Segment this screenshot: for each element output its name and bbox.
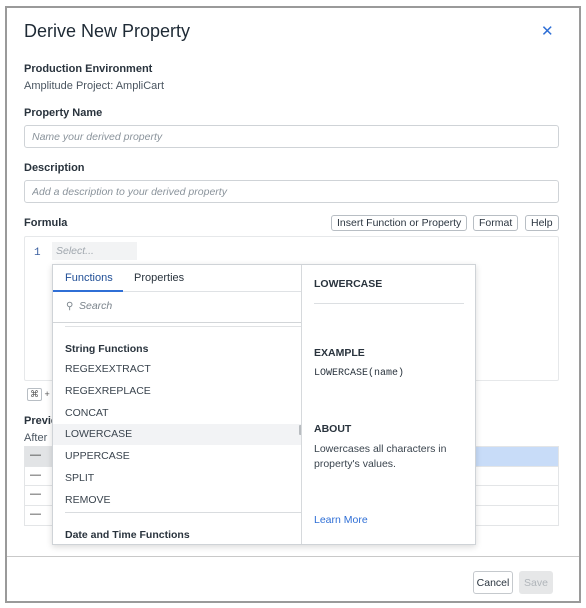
detail-function-name: LOWERCASE [314,278,383,290]
insert-function-button[interactable]: Insert Function or Property [331,215,468,231]
preview-subtext: After [24,432,48,444]
cancel-button[interactable]: Cancel [473,571,513,594]
command-key-icon: ⌘ [27,388,42,401]
help-button[interactable]: Help [525,215,559,231]
function-picker-popover: Functions Properties ⚲ String Functions … [52,264,476,545]
about-header: ABOUT [314,423,352,435]
list-separator [65,326,301,327]
about-text: Lowercases all characters in property's … [314,443,447,470]
format-button[interactable]: Format [473,215,519,231]
list-scrollbar[interactable] [299,425,301,435]
environment-label: Production Environment [24,63,153,75]
tab-functions[interactable]: Functions [65,272,113,284]
description-input[interactable] [24,180,559,203]
derive-property-dialog: Derive New Property ✕ Production Environ… [5,6,581,603]
save-button[interactable]: Save [519,571,553,594]
line-number: 1 [34,247,41,259]
function-item[interactable]: CONCAT [53,403,301,424]
function-item[interactable]: REMOVE [53,490,301,511]
detail-divider [314,303,464,304]
group-header-string-functions: String Functions [65,343,149,355]
description-label: Description [24,162,85,174]
tab-properties[interactable]: Properties [134,272,184,284]
formula-select[interactable]: Select... [52,242,137,260]
dialog-title: Derive New Property [24,21,191,41]
learn-more-link[interactable]: Learn More [314,514,368,526]
keyboard-shortcut-hint: ⌘ + [27,388,50,401]
property-name-label: Property Name [24,107,103,119]
active-tab-indicator [53,290,123,292]
footer-divider [7,556,579,557]
example-header: EXAMPLE [314,347,365,359]
group-divider [65,512,301,513]
function-search: ⚲ [53,293,301,323]
function-item-hovered[interactable]: LOWERCASE [53,424,301,445]
example-code: LOWERCASE(name) [314,368,405,379]
function-item[interactable]: REGEXEXTRACT [53,359,301,380]
function-item[interactable]: SPLIT [53,468,301,489]
shortcut-plus: + [44,389,50,399]
property-name-input[interactable] [24,125,559,148]
function-search-input[interactable] [79,300,279,312]
group-header-date-time-functions: Date and Time Functions [65,529,190,541]
function-item[interactable]: REGEXREPLACE [53,381,301,402]
function-detail-panel: LOWERCASE EXAMPLE LOWERCASE(name) ABOUT … [303,265,476,544]
picker-tabs: Functions Properties [53,265,301,292]
function-list-panel: Functions Properties ⚲ String Functions … [53,265,302,544]
close-icon[interactable]: ✕ [541,23,554,41]
formula-label: Formula [24,217,68,229]
project-name: Amplitude Project: AmpliCart [24,80,164,92]
function-item[interactable]: UPPERCASE [53,446,301,467]
search-icon: ⚲ [66,301,74,312]
